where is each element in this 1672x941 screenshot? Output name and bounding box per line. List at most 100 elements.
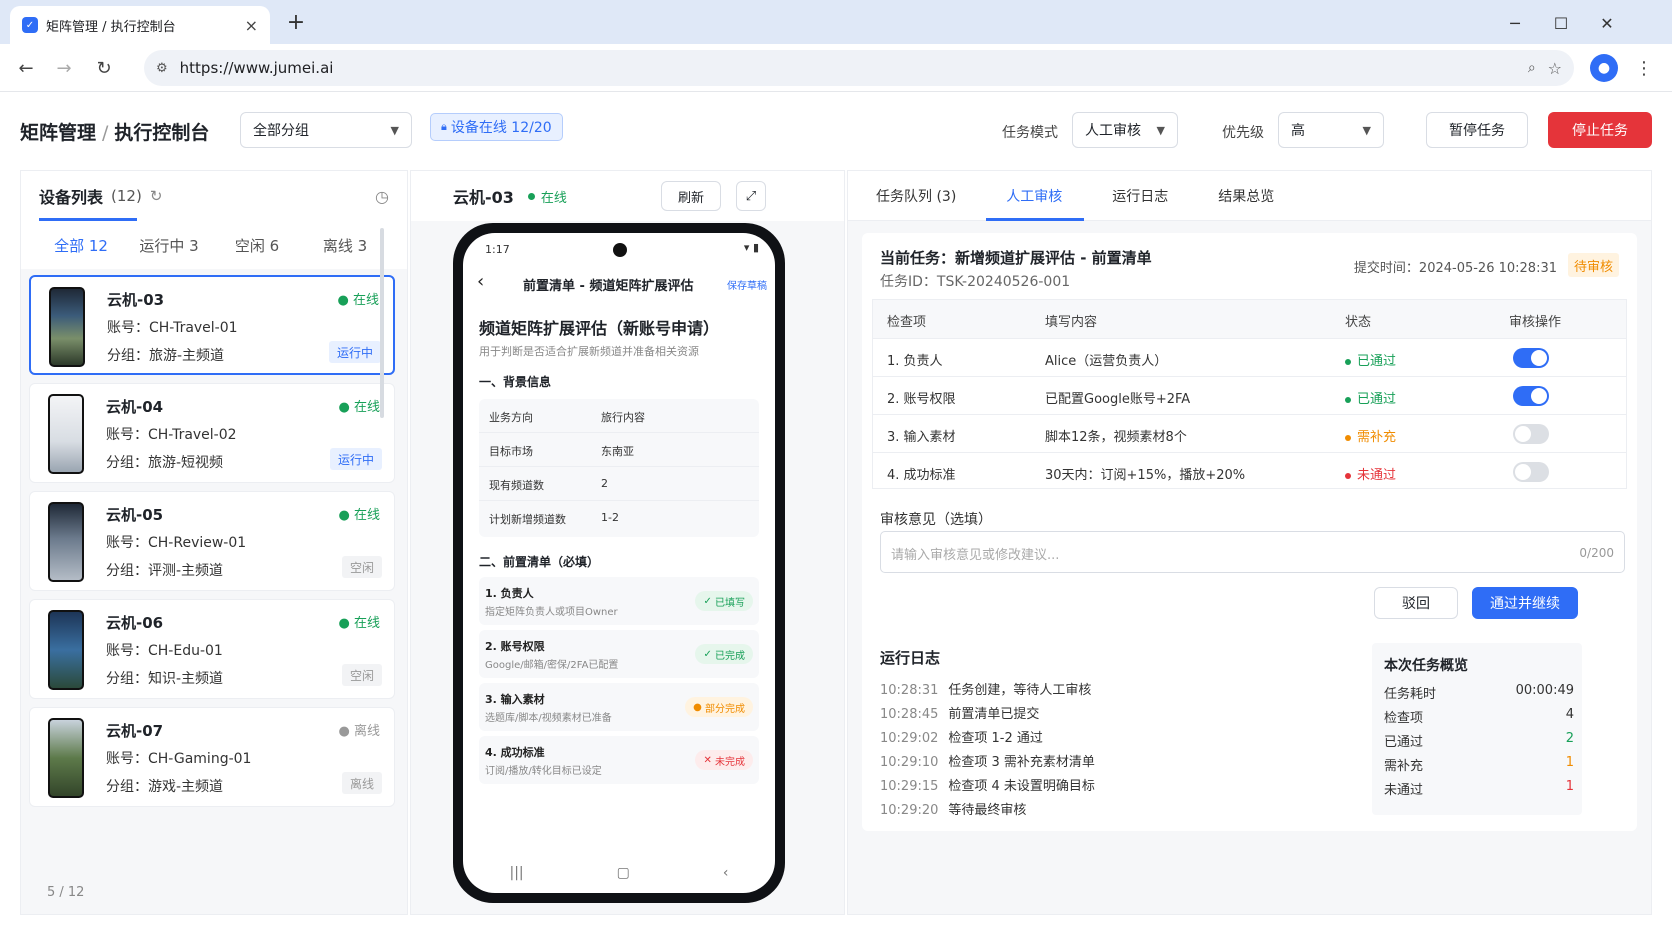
task-tabs: 任务队列 (3) 人工审核 运行日志 结果总览	[848, 171, 1651, 221]
url-text: https://www.jumei.ai	[179, 59, 334, 77]
filter-idle[interactable]: 空闲 6	[213, 235, 301, 256]
device-state-tag: 空闲	[341, 664, 382, 686]
minimize-icon[interactable]: ─	[1500, 10, 1530, 36]
back-icon[interactable]: ←	[12, 54, 40, 82]
lock-icon: 🔒︎	[441, 120, 447, 133]
device-card-05[interactable]: 云机-05 ● 在线 账号：CH-Review-01 分组：评测-主频道 空闲	[29, 491, 395, 591]
browser-menu-icon[interactable]: ⋮	[1630, 54, 1658, 82]
status-badge: 待审核	[1567, 253, 1619, 277]
device-name: 云机-03	[107, 291, 165, 309]
form-subtitle: 用于判断是否适合扩展新频道并准备相关资源	[479, 345, 699, 358]
checklist-item[interactable]: 4. 成功标准 订阅/播放/转化目标已设定 ✕ 未完成	[479, 736, 759, 784]
task-mode-select[interactable]: 人工审核 ▼	[1072, 112, 1178, 148]
warning-badge: ● 部分完成	[685, 697, 753, 717]
url-bar[interactable]: ⚙ https://www.jumei.ai ⌕ ☆	[144, 50, 1574, 86]
review-toggle[interactable]	[1513, 386, 1549, 406]
tab-results[interactable]: 结果总览	[1218, 171, 1302, 221]
current-task-title: 当前任务：新增频道扩展评估 - 前置清单	[880, 249, 1152, 267]
filter-offline[interactable]: 离线 3	[301, 235, 389, 256]
nav-back-icon[interactable]: ‹	[723, 865, 729, 881]
device-count: (12)	[111, 187, 142, 205]
checklist-item[interactable]: 1. 负责人 指定矩阵负责人或项目Owner ✓ 已填写	[479, 577, 759, 625]
device-status: ● 离线	[338, 724, 381, 739]
maximize-icon[interactable]: ☐	[1546, 10, 1576, 36]
recent-apps-icon[interactable]: |||	[510, 865, 524, 881]
device-group: 分组：游戏-主频道	[106, 779, 224, 795]
app-header: 矩阵管理 / 执行控制台 全部分组 ▼ 🔒︎ 设备在线 12/20 任务模式 人工审…	[0, 92, 1672, 162]
task-summary: 本次任务概览 任务耗时 00:00:49 检查项 4 已通过 2 需补充 1 未通过 1	[1372, 643, 1582, 815]
table-row: 计划新增频道数 1-2	[489, 511, 619, 526]
device-card-04[interactable]: 云机-04 ● 在线 账号：CH-Travel-02 分组：旅游-短视频 运行中	[29, 383, 395, 483]
device-status: ● 在线	[338, 508, 381, 523]
refresh-button[interactable]: 刷新	[661, 181, 721, 211]
chevron-down-icon: ▼	[1156, 123, 1165, 137]
device-card-06[interactable]: 云机-06 ● 在线 账号：CH-Edu-01 分组：知识-主频道 空闲	[29, 599, 395, 699]
run-log-card: 运行日志 10:28:31 任务创建，等待人工审核 10:28:45 前置清单已提交…	[862, 631, 1637, 831]
table-row: 4. 成功标准 30天内：订阅+15%，播放+20% 未通过	[873, 452, 1626, 490]
phone-navbar: ||| ▢ ‹	[463, 853, 775, 893]
device-card-03[interactable]: 云机-03 ● 在线 账号：CH-Travel-01 分组：旅游-主频道 运行中	[29, 275, 395, 375]
browser-tab[interactable]: ✓ 矩阵管理 / 执行控制台 ×	[10, 6, 270, 44]
summary-title: 本次任务概览	[1384, 658, 1468, 674]
device-name: 云机-07	[106, 722, 164, 740]
device-thumbnail	[49, 287, 85, 367]
breadcrumb: 矩阵管理 / 执行控制台	[20, 122, 210, 144]
checklist-item[interactable]: 3. 输入素材 选题库/脚本/视频素材已准备 ● 部分完成	[479, 683, 759, 731]
log-line: 10:29:02 检查项 1-2 通过	[880, 731, 1043, 746]
home-icon[interactable]: ▢	[617, 865, 630, 881]
forward-icon[interactable]: →	[50, 54, 78, 82]
device-preview-panel: 云机-03 在线 刷新 ⤢ 1:17 ▾ ▮ ‹ 前置清单 - 频道矩阵扩展评估…	[410, 170, 845, 915]
filter-running[interactable]: 运行中 3	[125, 235, 213, 256]
filter-all[interactable]: 全部 12	[37, 235, 125, 256]
reload-icon[interactable]: ↻	[90, 54, 118, 82]
phone-back-icon[interactable]: ‹	[477, 271, 484, 292]
opinion-input[interactable]: 请输入审核意见或修改建议... 0/200	[880, 531, 1625, 573]
save-draft-link[interactable]: 保存草稿	[727, 277, 767, 292]
tab-run-log[interactable]: 运行日志	[1112, 171, 1196, 221]
translate-icon[interactable]: ⌕	[1528, 60, 1536, 76]
breadcrumb-root[interactable]: 矩阵管理	[20, 122, 96, 144]
address-bar-row: ← → ↻ ⚙ https://www.jumei.ai ⌕ ☆ ● ⋮	[0, 44, 1672, 92]
priority-select[interactable]: 高 ▼	[1278, 112, 1384, 148]
opinion-label: 审核意见（选填）	[880, 512, 992, 528]
device-group: 分组：旅游-短视频	[106, 455, 224, 471]
window-close-icon[interactable]: ✕	[1592, 10, 1622, 36]
opinion-char-count: 0/200	[1579, 546, 1614, 560]
group-select[interactable]: 全部分组 ▼	[240, 112, 412, 148]
tab-close-icon[interactable]: ×	[245, 16, 258, 35]
background-info-table: 业务方向 旅行内容 目标市场 东南亚 现有频道数 2 计划新增频道数 1-2	[479, 399, 759, 537]
section-checklist: 二、前置清单（必填）	[479, 555, 600, 569]
checklist-item[interactable]: 2. 账号权限 Google/邮箱/密保/2FA已配置 ✓ 已完成	[479, 630, 759, 678]
site-settings-icon[interactable]: ⚙	[156, 61, 168, 76]
tab-task-queue[interactable]: 任务队列 (3)	[876, 171, 984, 221]
device-state-tag: 运行中	[328, 341, 381, 363]
review-toggle[interactable]	[1513, 424, 1549, 444]
phone-page-title: 前置清单 - 频道矩阵扩展评估	[523, 279, 694, 294]
refresh-icon[interactable]: ↻	[150, 187, 163, 205]
device-online-badge: 🔒︎ 设备在线 12/20	[430, 113, 563, 141]
device-list-scrollbar[interactable]	[380, 228, 384, 418]
device-card-07[interactable]: 云机-07 ● 离线 账号：CH-Gaming-01 分组：游戏-主频道 离线	[29, 707, 395, 807]
submit-time: 提交时间：2024-05-26 10:28:31	[1353, 261, 1557, 276]
table-row: 3. 输入素材 脚本12条，视频素材8个 需补充	[873, 414, 1626, 452]
review-toggle[interactable]	[1513, 462, 1549, 482]
task-id: 任务ID：TSK-20240526-001	[880, 274, 1071, 290]
expand-icon[interactable]: ⤢	[736, 181, 766, 211]
device-group: 分组：评测-主频道	[106, 563, 224, 579]
profile-avatar-icon[interactable]: ●	[1590, 54, 1618, 82]
history-icon[interactable]: ◷	[375, 187, 389, 206]
review-table: 检查项 填写内容 状态 审核操作 1. 负责人 Alice（运营负责人） 已通过…	[872, 299, 1627, 489]
stop-task-button[interactable]: 停止任务	[1548, 112, 1652, 148]
bookmark-star-icon[interactable]: ☆	[1548, 59, 1562, 78]
tab-manual-review[interactable]: 人工审核	[986, 171, 1090, 221]
device-account: 账号：CH-Travel-01	[107, 320, 238, 336]
summary-row: 检查项 4	[1384, 707, 1574, 726]
review-toggle[interactable]	[1513, 348, 1549, 368]
approve-button[interactable]: 通过并继续	[1472, 587, 1578, 619]
new-tab-button[interactable]: +	[282, 8, 310, 36]
reject-button[interactable]: 驳回	[1374, 587, 1458, 619]
chevron-down-icon: ▼	[390, 123, 399, 137]
device-account: 账号：CH-Gaming-01	[106, 751, 252, 767]
pause-task-button[interactable]: 暂停任务	[1426, 112, 1528, 148]
device-state-tag: 空闲	[341, 556, 382, 578]
